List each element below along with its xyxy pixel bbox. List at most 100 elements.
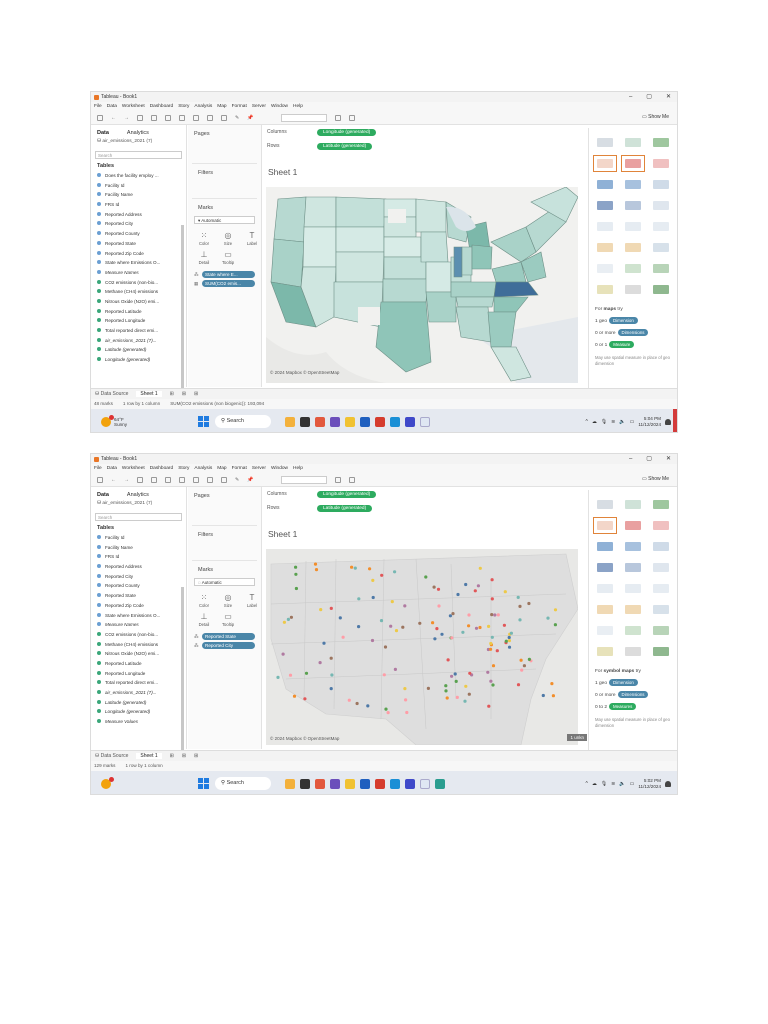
field-item[interactable]: Latitude (generated): [97, 698, 186, 708]
facility-mark[interactable]: [444, 689, 448, 693]
facility-mark[interactable]: [453, 672, 457, 676]
new-story-icon[interactable]: ⊞: [194, 391, 198, 397]
show-me-chart-option[interactable]: [621, 281, 645, 298]
facility-mark[interactable]: [329, 687, 333, 691]
menu-map[interactable]: Map: [217, 464, 226, 473]
new-dashboard-icon[interactable]: ⊞: [182, 391, 186, 397]
menu-worksheet[interactable]: Worksheet: [122, 102, 145, 111]
datasource-name[interactable]: ⛁ air_emissions_2021 (7): [91, 498, 186, 509]
minimize-icon[interactable]: –: [629, 454, 632, 464]
show-me-button[interactable]: ▭ Show Me: [642, 114, 669, 120]
field-item[interactable]: State where Emissions O...: [97, 611, 186, 621]
facility-mark[interactable]: [329, 656, 333, 660]
facility-mark[interactable]: [330, 673, 334, 677]
facility-mark[interactable]: [464, 582, 468, 587]
volume-icon[interactable]: 🔈: [619, 781, 625, 787]
new-worksheet-icon[interactable]: [179, 476, 185, 483]
mark-button-detail[interactable]: ⊥ Detail: [194, 612, 214, 627]
facility-mark[interactable]: [446, 658, 450, 662]
facility-mark[interactable]: [403, 687, 407, 691]
field-item[interactable]: Methane (CH4) emissions: [97, 287, 186, 297]
facility-mark[interactable]: [445, 696, 449, 700]
field-item[interactable]: Does the facility employ ...: [97, 171, 186, 181]
facility-mark[interactable]: [491, 664, 496, 668]
show-me-chart-option[interactable]: [649, 281, 673, 298]
show-me-chart-option[interactable]: [593, 643, 617, 660]
map-view[interactable]: © 2024 Mapbox © OpenStreetMap: [266, 187, 578, 383]
sort-desc-icon[interactable]: [221, 476, 227, 483]
facility-mark[interactable]: [456, 592, 460, 597]
facility-mark[interactable]: [357, 625, 361, 629]
start-icon[interactable]: [198, 778, 209, 789]
facility-mark[interactable]: [490, 597, 494, 601]
facility-mark[interactable]: [468, 671, 472, 675]
save-icon[interactable]: [137, 114, 143, 121]
show-me-chart-option[interactable]: [593, 496, 617, 513]
facility-mark[interactable]: [450, 636, 454, 640]
show-me-chart-option[interactable]: [649, 197, 673, 214]
show-me-chart-option[interactable]: [621, 559, 645, 576]
app-icon-d[interactable]: [435, 778, 445, 789]
facility-mark[interactable]: [401, 625, 405, 629]
menu-story[interactable]: Story: [178, 464, 189, 473]
facility-mark[interactable]: [486, 670, 490, 674]
field-item[interactable]: Reported Address: [97, 210, 186, 220]
pause-updates-icon[interactable]: [165, 114, 171, 121]
app-icon-a[interactable]: [315, 778, 325, 789]
facility-mark[interactable]: [507, 645, 512, 649]
show-me-chart-option[interactable]: [593, 538, 617, 555]
show-me-chart-option[interactable]: [593, 281, 617, 298]
menu-file[interactable]: File: [94, 464, 102, 473]
tab-sheet-1[interactable]: Sheet 1: [136, 391, 162, 397]
unknown-locations-indicator[interactable]: 1 unkn: [567, 734, 587, 741]
show-me-chart-option[interactable]: [649, 155, 673, 172]
menu-server[interactable]: Server: [252, 464, 266, 473]
mark-button-size[interactable]: ◎ Size: [218, 593, 238, 608]
facility-mark[interactable]: [426, 686, 430, 690]
facility-mark[interactable]: [436, 587, 441, 591]
field-item[interactable]: Nitrous Oxide (N2O) emi...: [97, 649, 186, 659]
tab-sheet-1[interactable]: Sheet 1: [136, 753, 162, 759]
show-me-chart-option[interactable]: [649, 496, 673, 513]
facility-mark[interactable]: [384, 707, 388, 711]
facility-mark[interactable]: [518, 618, 522, 622]
facility-mark[interactable]: [496, 613, 500, 617]
volume-icon[interactable]: 🔈: [619, 419, 625, 425]
facility-mark[interactable]: [490, 613, 494, 617]
show-me-chart-option[interactable]: [593, 176, 617, 193]
facility-mark[interactable]: [437, 604, 441, 608]
facility-mark[interactable]: [379, 619, 384, 623]
facility-mark[interactable]: [493, 613, 497, 617]
show-me-chart-option[interactable]: [621, 134, 645, 151]
facility-mark[interactable]: [473, 589, 477, 593]
facility-mark[interactable]: [403, 604, 407, 608]
facility-mark[interactable]: [503, 590, 507, 594]
field-item[interactable]: Methane (CH4) emissions: [97, 640, 186, 650]
facility-mark[interactable]: [314, 568, 319, 572]
show-me-chart-option[interactable]: [621, 260, 645, 277]
edge-icon[interactable]: [390, 416, 400, 427]
facility-mark[interactable]: [386, 711, 390, 715]
show-me-chart-option[interactable]: [593, 155, 617, 172]
facility-mark[interactable]: [370, 638, 375, 643]
columns-shelf[interactable]: Columns Longitude (generated): [263, 488, 377, 500]
pause-updates-icon[interactable]: [165, 476, 171, 483]
show-me-chart-option[interactable]: [649, 134, 673, 151]
mark-button-tooltip[interactable]: ▭ Tooltip: [218, 612, 238, 627]
facility-mark[interactable]: [304, 671, 309, 675]
new-sheet-icon[interactable]: ⊞: [170, 391, 174, 397]
menu-data[interactable]: Data: [107, 102, 117, 111]
show-me-chart-option[interactable]: [621, 538, 645, 555]
toolbar-fit-box[interactable]: [281, 475, 328, 484]
app-icon-a[interactable]: [315, 416, 325, 427]
rows-pill[interactable]: Latitude (generated): [317, 142, 373, 150]
columns-shelf[interactable]: Columns Longitude (generated): [263, 126, 377, 138]
tab-data[interactable]: Data: [97, 492, 109, 498]
facility-mark[interactable]: [380, 573, 384, 577]
facility-mark[interactable]: [394, 629, 399, 633]
forward-icon[interactable]: →: [124, 115, 129, 121]
facility-mark[interactable]: [353, 566, 357, 570]
show-me-chart-option[interactable]: [621, 176, 645, 193]
field-item[interactable]: CO2 emissions (non-bio...: [97, 630, 186, 640]
mark-button-color[interactable]: ⁙ Color: [194, 593, 214, 608]
